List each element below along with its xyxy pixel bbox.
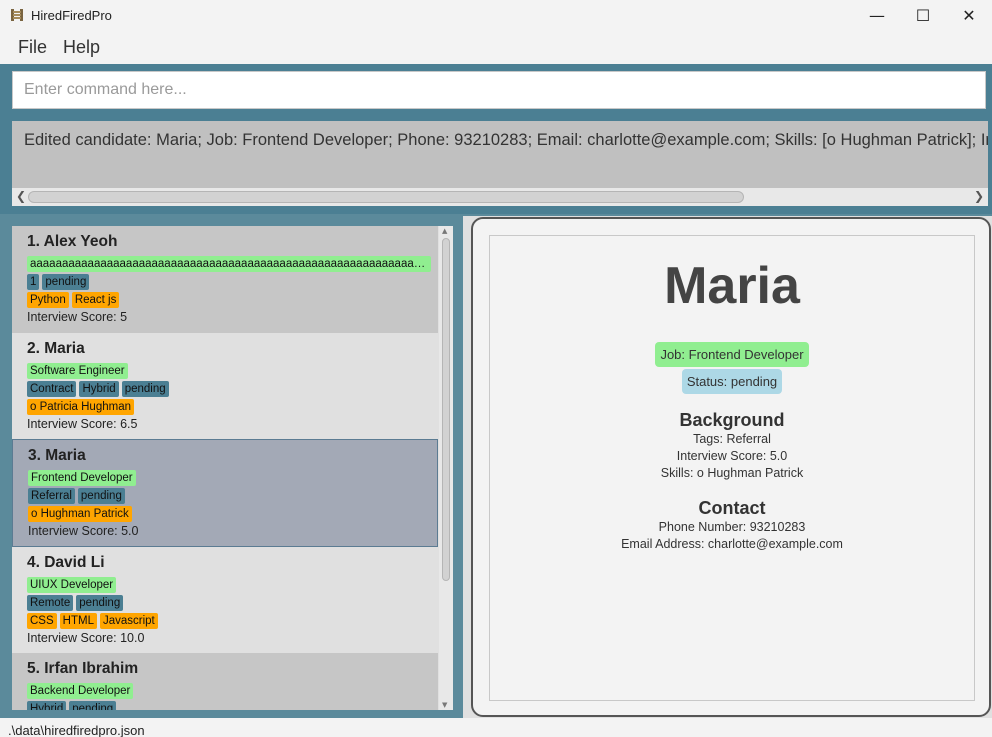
job-tag: Backend Developer	[27, 683, 134, 699]
close-button[interactable]: ✕	[946, 0, 992, 30]
candidate-name: 5. Irfan Ibrahim	[27, 660, 139, 677]
interview-score: Interview Score: 6.5	[27, 417, 138, 431]
list-vertical-scrollbar[interactable]: ▲ ▼	[439, 226, 453, 710]
status-tag: pending	[42, 274, 90, 290]
candidate-name: 4. David Li	[27, 554, 105, 571]
skill-tag: o Hughman Patrick	[28, 506, 132, 522]
tag-label: Referral	[28, 488, 75, 504]
result-horizontal-scrollbar[interactable]: ❮ ❯	[12, 188, 988, 206]
skill-tag: o Patricia Hughman	[27, 399, 134, 415]
detail-score: Interview Score: 5.0	[676, 449, 788, 463]
candidate-name: 3. Maria	[28, 447, 86, 464]
scrollbar-thumb[interactable]	[442, 238, 450, 581]
detail-card: Maria Job: Frontend Developer Status: pe…	[471, 217, 991, 717]
menu-bar: File Help	[0, 30, 992, 64]
menu-file[interactable]: File	[10, 37, 55, 58]
skill-tag: Javascript	[99, 613, 158, 629]
detail-content: Maria Job: Frontend Developer Status: pe…	[489, 235, 975, 701]
scroll-left-icon[interactable]: ❮	[16, 189, 26, 203]
data-file-path: .\data\hiredfiredpro.json	[8, 723, 145, 737]
tag-label: Remote	[27, 595, 74, 611]
candidate-card[interactable]: 4. David Li UIUX Developer Remote pendin…	[12, 547, 438, 653]
tag-label: Hybrid	[27, 701, 67, 710]
result-display: Edited candidate: Maria; Job: Frontend D…	[0, 114, 992, 214]
window-title: HiredFiredPro	[31, 7, 112, 23]
command-box	[0, 64, 992, 114]
close-icon: ✕	[962, 5, 976, 25]
interview-score: Interview Score: 10.0	[27, 631, 145, 645]
ladder-icon	[10, 8, 24, 22]
candidate-card[interactable]: 5. Irfan Ibrahim Backend Developer Hybri…	[12, 653, 438, 710]
tag-label: 1	[27, 274, 40, 290]
title-bar: HiredFiredPro — ☐ ✕	[0, 0, 992, 30]
detail-email: Email Address: charlotte@example.com	[621, 537, 843, 551]
candidate-list[interactable]: 1. Alex Yeoh aaaaaaaaaaaaaaaaaaaaaaaaaaa…	[12, 226, 453, 710]
candidate-name: 1. Alex Yeoh	[27, 233, 118, 250]
result-message: Edited candidate: Maria; Job: Frontend D…	[24, 131, 988, 149]
skill-tag: React js	[71, 292, 120, 308]
scroll-up-icon[interactable]: ▲	[442, 227, 447, 235]
menu-help[interactable]: Help	[55, 37, 108, 58]
candidate-card-selected[interactable]: 3. Maria Frontend Developer Referral pen…	[12, 439, 438, 547]
candidate-card[interactable]: 1. Alex Yeoh aaaaaaaaaaaaaaaaaaaaaaaaaaa…	[12, 226, 438, 333]
skill-tag: CSS	[27, 613, 57, 629]
status-bar: .\data\hiredfiredpro.json	[0, 718, 992, 737]
interview-score: Interview Score: 5.0	[28, 524, 139, 538]
status-tag: pending	[76, 595, 124, 611]
status-tag: pending	[121, 381, 169, 397]
result-box: Edited candidate: Maria; Job: Frontend D…	[12, 121, 988, 206]
detail-phone: Phone Number: 93210283	[658, 520, 806, 534]
candidate-name: 2. Maria	[27, 340, 85, 357]
detail-skills: Skills: o Hughman Patrick	[660, 466, 804, 480]
tag-label: Hybrid	[79, 381, 119, 397]
status-tag: pending	[77, 488, 125, 504]
contact-heading: Contact	[698, 498, 766, 518]
maximize-button[interactable]: ☐	[900, 0, 946, 30]
detail-name: Maria	[664, 257, 800, 315]
scroll-down-icon[interactable]: ▼	[442, 701, 447, 709]
job-tag: Software Engineer	[27, 363, 128, 379]
detail-status-badge: Status: pending	[681, 369, 783, 394]
candidate-card[interactable]: 2. Maria Software Engineer Contract Hybr…	[12, 333, 438, 439]
job-tag: Frontend Developer	[28, 470, 136, 486]
interview-score: Interview Score: 5	[27, 310, 128, 324]
candidate-list-panel: 1. Alex Yeoh aaaaaaaaaaaaaaaaaaaaaaaaaaa…	[0, 216, 463, 718]
skill-tag: HTML	[59, 613, 97, 629]
minimize-button[interactable]: —	[854, 0, 900, 30]
background-heading: Background	[679, 410, 785, 430]
status-tag: pending	[69, 701, 117, 710]
maximize-icon: ☐	[915, 5, 931, 25]
job-tag: aaaaaaaaaaaaaaaaaaaaaaaaaaaaaaaaaaaaaaaa…	[27, 256, 431, 272]
detail-tags: Tags: Referral	[693, 432, 771, 446]
scrollbar-thumb[interactable]	[28, 191, 744, 203]
job-tag: UIUX Developer	[27, 577, 117, 593]
tag-label: Contract	[27, 381, 77, 397]
scroll-right-icon[interactable]: ❯	[974, 189, 984, 203]
command-input[interactable]	[12, 71, 986, 109]
skill-tag: Python	[27, 292, 69, 308]
minimize-icon: —	[869, 5, 885, 25]
candidate-detail-panel: Maria Job: Frontend Developer Status: pe…	[463, 216, 992, 718]
detail-job-badge: Job: Frontend Developer	[655, 342, 809, 367]
